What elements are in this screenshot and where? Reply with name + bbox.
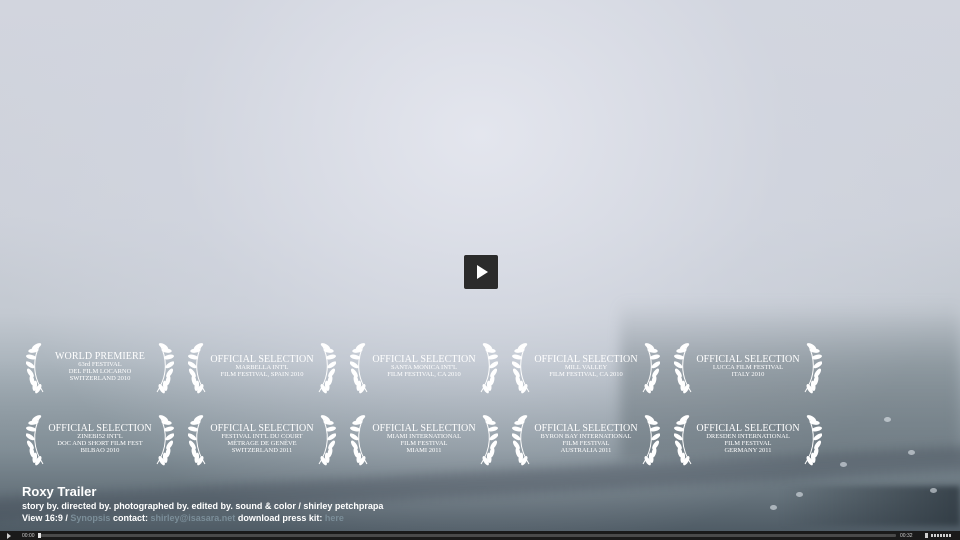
video-credits: story by. directed by. photographed by. … <box>22 501 384 511</box>
current-time: 00:00 <box>22 533 35 539</box>
rain-drop <box>840 462 847 467</box>
laurel-left-icon <box>674 343 692 394</box>
laurel-right-icon <box>156 415 174 466</box>
laurel-text: OFFICIAL SELECTION DRESDEN INTERNATIONAL F… <box>696 412 800 466</box>
video-info: Roxy Trailer story by. directed by. phot… <box>22 484 383 523</box>
play-button[interactable] <box>464 255 498 289</box>
laurel-right-icon <box>318 415 336 466</box>
laurel-line: GERMANY 2011 <box>724 446 772 454</box>
player-controls: 00:00 00:32 <box>0 531 960 540</box>
laurel-right-icon <box>642 343 660 394</box>
rain-drop <box>908 450 915 455</box>
volume-bar[interactable] <box>931 534 951 537</box>
festival-laurel: OFFICIAL SELECTION LUCCA FILM FESTIVAL ITA… <box>674 340 822 394</box>
laurel-line: ITALY 2010 <box>731 371 765 379</box>
laurel-right-icon <box>804 343 822 394</box>
view-16-9-link[interactable]: View 16:9 <box>22 513 63 523</box>
laurel-line: AUSTRALIA 2011 <box>560 446 612 454</box>
laurel-line: BILBAO 2010 <box>80 446 120 454</box>
festival-laurel: OFFICIAL SELECTION MILL VALLEY FILM FESTIV… <box>512 340 660 394</box>
laurel-line: FILM FESTIVAL, SPAIN 2010 <box>220 371 304 379</box>
laurel-text: OFFICIAL SELECTION ZINEBI52 INT'L DOC AND … <box>48 412 152 466</box>
video-title: Roxy Trailer <box>22 484 97 499</box>
presskit-link[interactable]: here <box>325 513 344 523</box>
control-play-icon[interactable] <box>7 533 11 539</box>
rain-drop <box>884 417 891 422</box>
laurel-right-icon <box>480 343 498 394</box>
contact-email-link[interactable]: shirley@isasara.net <box>150 513 235 523</box>
laurel-text: OFFICIAL SELECTION MARBELLA INT'L FILM FES… <box>210 340 314 394</box>
laurel-line: SWITZERLAND 2011 <box>231 446 293 454</box>
laurel-line: FILM FESTIVAL, CA 2010 <box>387 371 461 379</box>
festival-laurel: OFFICIAL SELECTION DRESDEN INTERNATIONAL F… <box>674 412 822 466</box>
festival-laurel: WORLD PREMIERE 63rd FESTIVAL DEL FILM LOCA… <box>26 340 174 394</box>
laurel-left-icon <box>26 343 44 394</box>
laurel-text: OFFICIAL SELECTION FESTIVAL INT'L DU COUR… <box>210 412 314 466</box>
laurel-text: OFFICIAL SELECTION MIAMI INTERNATIONAL FIL… <box>372 412 476 466</box>
rain-drop <box>796 492 803 497</box>
rain-drop <box>770 505 777 510</box>
laurel-right-icon <box>156 343 174 394</box>
laurel-left-icon <box>512 343 530 394</box>
laurel-text: OFFICIAL SELECTION LUCCA FILM FESTIVAL ITA… <box>696 340 800 394</box>
festival-laurel: OFFICIAL SELECTION FESTIVAL INT'L DU COUR… <box>188 412 336 466</box>
laurel-line: MIAMI 2011 <box>406 446 442 454</box>
volume-icon[interactable] <box>925 533 928 538</box>
separator: / <box>65 513 68 523</box>
laurel-left-icon <box>26 415 44 466</box>
presskit-label: download press kit: <box>237 513 323 523</box>
laurel-right-icon <box>804 415 822 466</box>
laurel-left-icon <box>350 415 368 466</box>
laurel-left-icon <box>188 415 206 466</box>
laurel-text: OFFICIAL SELECTION SANTA MONICA INT'L FILM… <box>372 340 476 394</box>
progress-knob[interactable] <box>38 533 41 538</box>
contact-label: contact: <box>112 513 148 523</box>
laurel-left-icon <box>674 415 692 466</box>
festival-laurel: OFFICIAL SELECTION BYRON BAY INTERNATIONA… <box>512 412 660 466</box>
festival-laurel: OFFICIAL SELECTION MARBELLA INT'L FILM FES… <box>188 340 336 394</box>
laurel-text: OFFICIAL SELECTION MILL VALLEY FILM FESTIV… <box>534 340 638 394</box>
festival-laurel: OFFICIAL SELECTION MIAMI INTERNATIONAL FIL… <box>350 412 498 466</box>
laurel-line: FILM FESTIVAL, CA 2010 <box>549 371 623 379</box>
progress-track[interactable] <box>38 534 896 537</box>
laurel-line: SWITZERLAND 2010 <box>69 374 131 382</box>
laurel-text: WORLD PREMIERE 63rd FESTIVAL DEL FILM LOCA… <box>48 340 152 394</box>
video-links-line: View 16:9 / Synopsis contact: shirley@is… <box>22 513 383 523</box>
laurel-text: OFFICIAL SELECTION BYRON BAY INTERNATIONA… <box>534 412 638 466</box>
laurel-right-icon <box>480 415 498 466</box>
total-time: 00:32 <box>900 533 913 539</box>
laurel-right-icon <box>318 343 336 394</box>
festival-laurel: OFFICIAL SELECTION SANTA MONICA INT'L FILM… <box>350 340 498 394</box>
synopsis-link[interactable]: Synopsis <box>70 513 110 523</box>
laurel-left-icon <box>512 415 530 466</box>
festival-laurel: OFFICIAL SELECTION ZINEBI52 INT'L DOC AND … <box>26 412 174 466</box>
play-icon <box>477 265 488 279</box>
laurel-left-icon <box>350 343 368 394</box>
laurel-right-icon <box>642 415 660 466</box>
laurel-left-icon <box>188 343 206 394</box>
rain-drop <box>930 488 937 493</box>
